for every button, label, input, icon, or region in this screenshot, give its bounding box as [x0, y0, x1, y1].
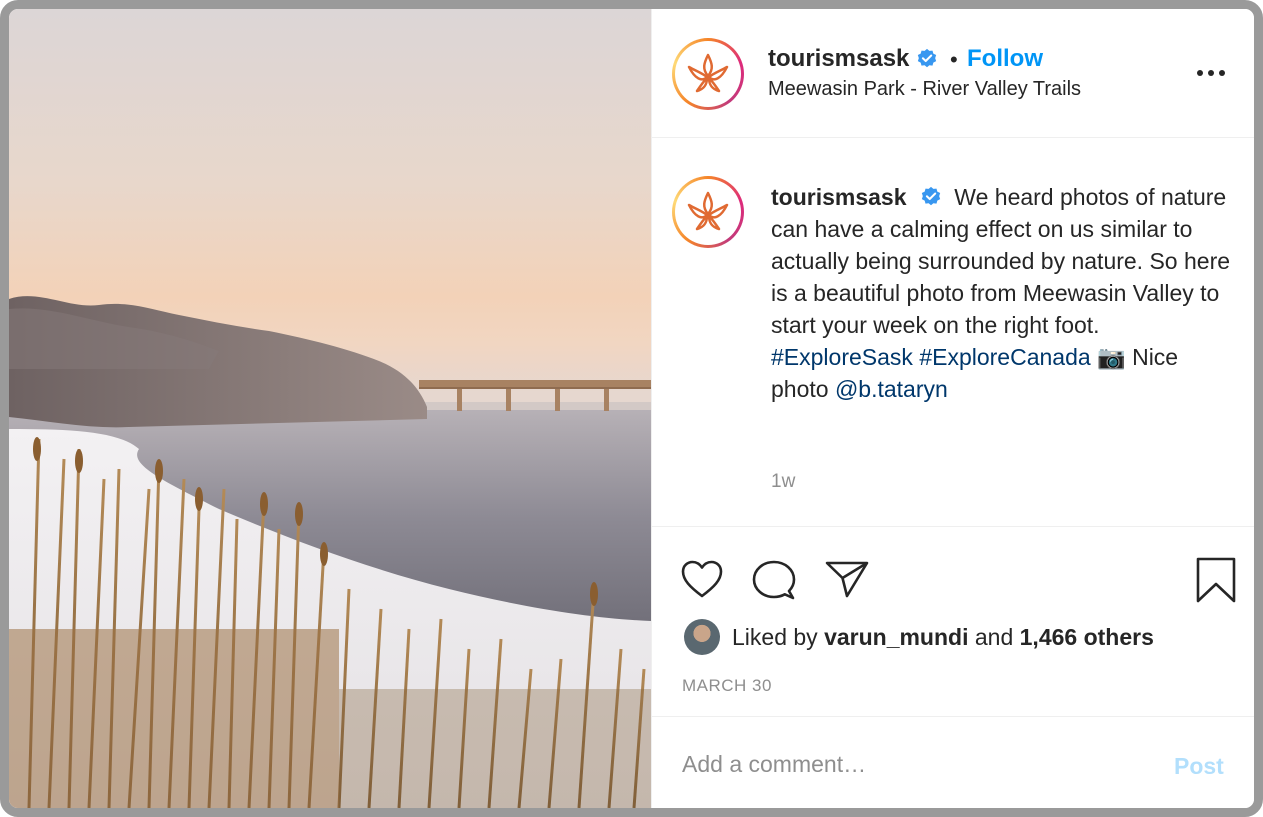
liker-username[interactable]: varun_mundi — [824, 624, 968, 650]
likes-conjunction: and — [974, 623, 1014, 650]
lily-logo-icon — [687, 53, 729, 93]
heart-icon[interactable] — [680, 559, 724, 599]
likes-text: Liked by varun_mundi and 1,466 others — [732, 624, 1154, 651]
comment-bar: Post — [652, 716, 1254, 808]
post-caption: tourismsask We heard photos of nature ca… — [771, 181, 1231, 405]
comment-bubble-icon[interactable] — [751, 558, 797, 602]
comment-input[interactable] — [682, 747, 1132, 781]
post-date: MARCH 30 — [682, 676, 772, 695]
post-details-panel: tourismsask • Follow Meewasin Park - Riv… — [651, 9, 1254, 808]
liker-avatar[interactable] — [684, 619, 720, 655]
verified-badge-icon — [921, 186, 941, 206]
camera-emoji: 📷 — [1097, 344, 1126, 370]
lily-logo-icon — [687, 191, 729, 231]
account-avatar[interactable] — [672, 38, 744, 110]
likes-summary: Liked by varun_mundi and 1,466 others — [684, 619, 1154, 655]
bookmark-icon[interactable] — [1195, 556, 1237, 604]
hashtag-link[interactable]: #ExploreSask — [771, 344, 913, 370]
header-username[interactable]: tourismsask — [768, 45, 909, 73]
hashtag-link[interactable]: #ExploreCanada — [919, 344, 1090, 370]
separator-dot: • — [950, 47, 958, 72]
more-options-icon[interactable] — [1196, 67, 1226, 79]
likes-others-link[interactable]: 1,466 others — [1020, 624, 1154, 650]
post-header: tourismsask • Follow Meewasin Park - Riv… — [652, 9, 1254, 138]
post-photo[interactable] — [9, 9, 651, 808]
mention-link[interactable]: @b.tataryn — [835, 376, 948, 402]
post-comment-button[interactable]: Post — [1174, 753, 1224, 780]
post-age[interactable]: 1w — [771, 471, 795, 493]
likes-prefix: Liked by — [732, 623, 818, 650]
action-bar: Liked by varun_mundi and 1,466 others MA… — [652, 526, 1254, 716]
caption-avatar[interactable] — [672, 176, 744, 248]
landscape-illustration — [9, 296, 651, 808]
location-link[interactable]: Meewasin Park - River Valley Trails — [768, 78, 1081, 101]
instagram-post-frame: tourismsask • Follow Meewasin Park - Riv… — [0, 0, 1263, 817]
paper-plane-icon[interactable] — [824, 559, 870, 599]
caption-username[interactable]: tourismsask — [771, 184, 907, 210]
verified-badge-icon — [918, 48, 937, 68]
header-username-row: tourismsask — [768, 45, 938, 73]
follow-button[interactable]: Follow — [967, 45, 1043, 73]
